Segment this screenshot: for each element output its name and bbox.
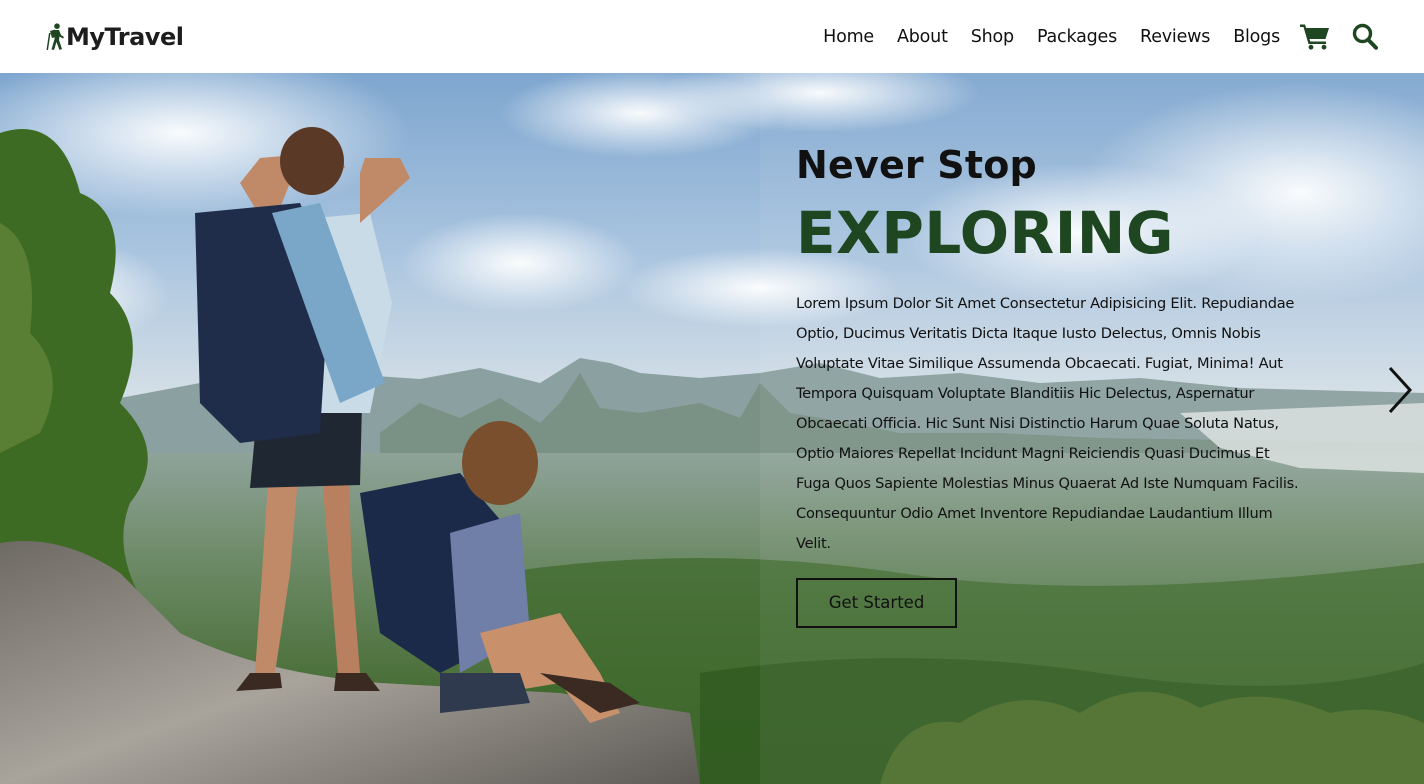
hero-pretitle: Never Stop	[796, 143, 1037, 187]
hero-title: EXPLORING	[796, 198, 1174, 267]
hiker-icon	[46, 22, 64, 50]
nav-packages[interactable]: Packages	[1037, 27, 1117, 47]
hero-section: Never Stop EXPLORING Lorem Ipsum Dolor S…	[0, 73, 1424, 784]
search-icon[interactable]	[1352, 23, 1378, 50]
main-nav: Home About Shop Packages Reviews Blogs	[823, 23, 1378, 50]
nav-home[interactable]: Home	[823, 27, 874, 47]
hero-content: Never Stop EXPLORING Lorem Ipsum Dolor S…	[796, 143, 1306, 629]
get-started-button[interactable]: Get Started	[796, 578, 957, 629]
nav-reviews[interactable]: Reviews	[1140, 27, 1210, 47]
cart-icon[interactable]	[1300, 23, 1330, 50]
nav-blogs[interactable]: Blogs	[1233, 27, 1280, 47]
nav-shop[interactable]: Shop	[971, 27, 1014, 47]
hero-description: Lorem Ipsum Dolor Sit Amet Consectetur A…	[796, 295, 1299, 553]
brand-logo[interactable]: MyTravel	[46, 22, 184, 51]
chevron-right-icon[interactable]	[1386, 365, 1414, 415]
brand-name: MyTravel	[66, 22, 184, 51]
nav-about[interactable]: About	[897, 27, 948, 47]
site-header: MyTravel Home About Shop Packages Review…	[0, 0, 1424, 73]
